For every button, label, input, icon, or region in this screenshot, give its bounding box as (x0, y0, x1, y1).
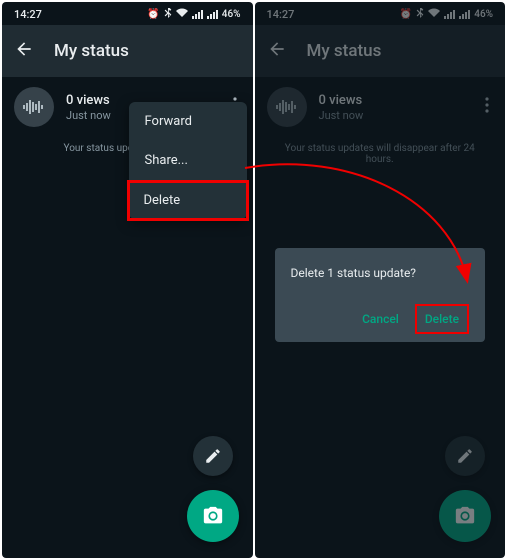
cancel-button[interactable]: Cancel (352, 304, 409, 334)
status-thumbnail (14, 87, 54, 127)
fab-text-status[interactable] (193, 436, 233, 476)
wifi-icon (176, 8, 188, 20)
confirm-dialog: Delete 1 status update? Cancel Delete (275, 248, 486, 342)
phone-left: 14:27 ⏰ 46% My status 0 views Jus (2, 2, 253, 558)
back-icon[interactable] (14, 39, 34, 63)
alarm-icon: ⏰ (147, 9, 159, 20)
page-title: My status (54, 41, 129, 61)
clock: 14:27 (14, 8, 42, 21)
signal-icon (192, 10, 203, 19)
delete-button[interactable]: Delete (415, 304, 469, 334)
phone-right: 14:27 ⏰ 46% My status 0 views Jus (255, 2, 506, 558)
app-bar: My status (2, 25, 253, 77)
dialog-message: Delete 1 status update? (291, 266, 470, 280)
fab-camera-status[interactable] (187, 490, 239, 542)
dialog-actions: Cancel Delete (291, 304, 470, 334)
fab-group (187, 436, 239, 542)
signal-icon-2 (207, 10, 218, 19)
menu-item-delete[interactable]: Delete (127, 180, 249, 221)
status-bar: 14:27 ⏰ 46% (2, 2, 253, 26)
bluetooth-icon (164, 8, 172, 21)
menu-item-forward[interactable]: Forward (129, 102, 247, 141)
overflow-menu: Forward Share... Delete (129, 102, 247, 219)
pencil-icon (204, 447, 222, 465)
camera-icon (202, 505, 224, 527)
audio-waveform-icon (23, 100, 45, 114)
status-icons: ⏰ 46% (147, 8, 240, 21)
dialog-backdrop: Delete 1 status update? Cancel Delete (255, 2, 506, 558)
menu-item-share[interactable]: Share... (129, 141, 247, 180)
battery-percent: 46% (222, 9, 241, 20)
